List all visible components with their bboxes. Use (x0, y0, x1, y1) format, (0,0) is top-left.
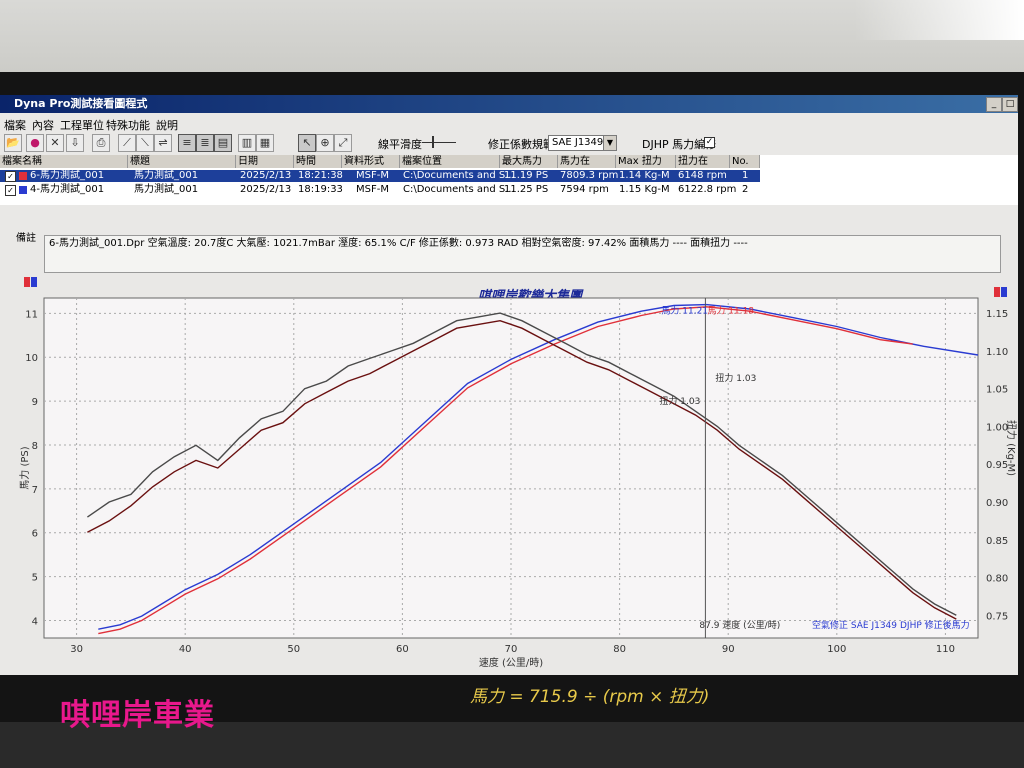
y-left-tick-label: 8 (32, 441, 38, 452)
y-right-tick-label: 0.95 (986, 460, 1008, 471)
x-tick-label: 110 (936, 644, 955, 655)
y-left-axis-label: 馬力 (PS) (18, 446, 31, 489)
x-tick-label: 50 (287, 644, 300, 655)
y-right-tick-label: 0.85 (986, 536, 1008, 547)
y-right-tick-label: 0.80 (986, 574, 1008, 585)
y-right-tick-label: 0.75 (986, 611, 1008, 622)
y-right-tick-label: 1.10 (986, 347, 1008, 358)
x-tick-label: 90 (722, 644, 735, 655)
y-left-tick-label: 9 (32, 397, 38, 408)
y-left-tick-label: 11 (25, 309, 38, 320)
y-right-tick-label: 0.90 (986, 498, 1008, 509)
y-left-tick-label: 6 (32, 529, 38, 540)
x-tick-label: 40 (179, 644, 192, 655)
y-right-axis-label: 扭力 (Kg-M) (1005, 420, 1018, 476)
hp-blue-annotation: 馬力 11.21 (661, 304, 708, 316)
x-tick-label: 30 (70, 644, 83, 655)
y-right-tick-label: 1.05 (986, 385, 1008, 396)
dyno-chart[interactable]: 30 40 50 60 70 80 90 100 110 4 5 6 7 8 9 10 11 0.75 0.80 0.… (0, 0, 1024, 768)
sticker-text: 唭哩岸車業 (60, 698, 215, 733)
y-left-tick-label: 4 (32, 616, 38, 627)
y-left-tick-label: 10 (25, 353, 38, 364)
hp-red-annotation: 馬力 11.18 (707, 304, 754, 316)
x-tick-label: 80 (613, 644, 626, 655)
y-left-tick-label: 7 (32, 485, 38, 496)
x-tick-label: 100 (827, 644, 846, 655)
torque-annotation-1: 扭力 1.03 (715, 372, 756, 384)
cursor-readout: 87.9 速度 (公里/時) (699, 619, 780, 631)
footer-correction-label: 空氣修正 SAE J1349 (812, 619, 897, 631)
handwritten-note: 馬力 = 715.9 ÷ (rpm × 扭力) (470, 687, 710, 707)
x-tick-label: 70 (505, 644, 518, 655)
footer-djhp-label: DJHP 修正後馬力 (900, 619, 970, 631)
x-tick-label: 60 (396, 644, 409, 655)
x-axis-label: 速度 (公里/時) (479, 656, 543, 669)
y-left-tick-label: 5 (32, 573, 38, 584)
y-right-tick-label: 1.00 (986, 422, 1008, 433)
torque-annotation-2: 扭力 1.03 (659, 395, 700, 407)
y-right-tick-label: 1.15 (986, 309, 1008, 320)
